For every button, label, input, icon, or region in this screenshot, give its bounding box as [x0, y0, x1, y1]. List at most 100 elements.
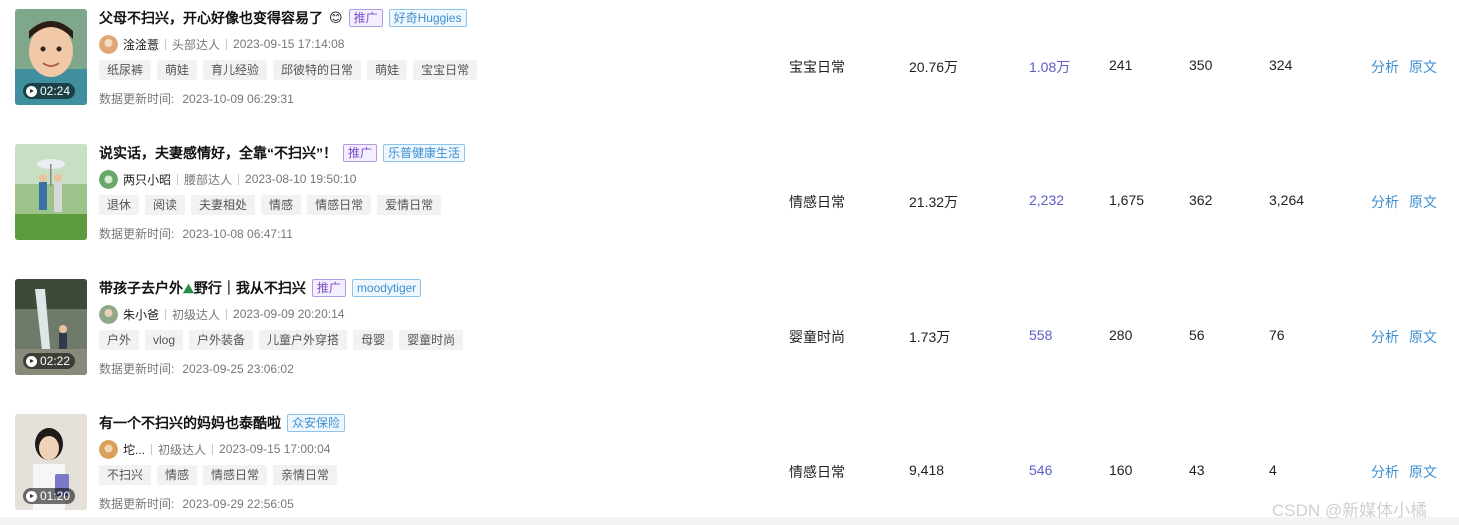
likes-cell: 2,232	[1029, 192, 1065, 208]
topic-tag[interactable]: 邱彼特的日常	[273, 60, 362, 80]
mountain-icon: ⛰	[183, 281, 194, 296]
avatar[interactable]	[99, 439, 118, 459]
topic-tag[interactable]: 退休	[99, 195, 140, 215]
topic-tag[interactable]: 宝宝日常	[413, 60, 478, 80]
video-thumbnail[interactable]: 02:22	[15, 279, 87, 375]
collects-cell: 1,675	[1109, 192, 1145, 208]
author-level: 初级达人	[172, 307, 221, 322]
topic-tag[interactable]: 阅读	[145, 195, 186, 215]
table-row[interactable]: 说实话，夫妻感情好，全靠“不扫兴”！ 推广 乐普健康生活 两只小昭 腰部达人 2…	[0, 135, 1459, 271]
topic-tag[interactable]: 不扫兴	[99, 465, 152, 485]
avatar[interactable]	[99, 34, 118, 54]
video-title[interactable]: 说实话，夫妻感情好，全靠“不扫兴”！	[99, 143, 337, 163]
duration-text: 01:20	[40, 489, 71, 503]
update-time: 数据更新时间: 2023-09-29 22:56:05	[99, 495, 294, 512]
original-link[interactable]: 原文	[1409, 462, 1437, 482]
topic-tag[interactable]: 户外	[99, 330, 140, 350]
topic-tag[interactable]: 婴童时尚	[399, 330, 464, 350]
update-label: 数据更新时间:	[99, 497, 175, 511]
topic-tag[interactable]: 萌娃	[367, 60, 408, 80]
avatar[interactable]	[99, 304, 118, 324]
update-value: 2023-10-08 06:47:11	[182, 227, 293, 241]
avatar[interactable]	[99, 169, 118, 189]
topic-tag[interactable]: 母婴	[353, 330, 394, 350]
topic-tag[interactable]: 夫妻相处	[191, 195, 256, 215]
duration-badge: 02:24	[23, 83, 76, 99]
topic-tag[interactable]: 儿童户外穿搭	[259, 330, 348, 350]
video-title[interactable]: 有一个不扫兴的妈妈也泰酷啦	[99, 413, 281, 433]
brand-badge[interactable]: 乐普健康生活	[383, 144, 466, 162]
table-row[interactable]: 01:20 有一个不扫兴的妈妈也泰酷啦 众安保险 坨... 初级达人 2023-…	[0, 405, 1459, 517]
topic-tag[interactable]: vlog	[145, 330, 184, 350]
author-name[interactable]: 朱小爸	[123, 306, 159, 323]
topic-tag[interactable]: 情感日常	[203, 465, 268, 485]
shares-cell: 76	[1269, 327, 1285, 343]
publish-time: 2023-09-09 20:20:14	[233, 307, 345, 321]
update-value: 2023-09-29 22:56:05	[182, 497, 294, 511]
update-time: 数据更新时间: 2023-10-08 06:47:11	[99, 225, 293, 242]
video-title[interactable]: 带孩子去户外⛰野行｜我从不扫兴	[99, 278, 306, 298]
category-cell: 宝宝日常	[789, 59, 845, 75]
author-name[interactable]: 两只小昭	[123, 171, 171, 188]
update-time: 数据更新时间: 2023-09-25 23:06:02	[99, 360, 294, 377]
topic-tag[interactable]: 户外装备	[189, 330, 254, 350]
plays-cell: 1.73万	[909, 329, 951, 345]
video-thumbnail[interactable]: 02:24	[15, 9, 87, 105]
video-thumbnail[interactable]	[15, 144, 87, 240]
analyze-link[interactable]: 分析	[1371, 327, 1399, 347]
shares-cell: 3,264	[1269, 192, 1305, 208]
analyze-link[interactable]: 分析	[1371, 192, 1399, 212]
collects-cell: 280	[1109, 327, 1133, 343]
comments-cell: 56	[1189, 327, 1205, 343]
divider	[151, 443, 153, 455]
topic-tag[interactable]: 爱情日常	[377, 195, 442, 215]
plays-cell: 20.76万	[909, 59, 959, 75]
video-title[interactable]: 父母不扫兴，开心好像也变得容易了	[99, 8, 323, 28]
brand-badge[interactable]: moodytiger	[351, 279, 422, 297]
play-icon	[26, 85, 37, 97]
original-link[interactable]: 原文	[1409, 327, 1437, 347]
topic-tag[interactable]: 亲情日常	[273, 465, 338, 485]
duration-badge: 02:22	[23, 353, 76, 369]
publish-time: 2023-09-15 17:00:04	[219, 442, 331, 456]
tag-list: 纸尿裤 萌娃 育儿经验 邱彼特的日常 萌娃 宝宝日常	[99, 60, 478, 80]
brand-badge[interactable]: 好奇Huggies	[388, 9, 467, 27]
topic-tag[interactable]: 纸尿裤	[99, 60, 152, 80]
analyze-link[interactable]: 分析	[1371, 57, 1399, 77]
table-row[interactable]: 02:22 带孩子去户外⛰野行｜我从不扫兴 推广 moodytiger 朱小爸 …	[0, 270, 1459, 406]
publish-time: 2023-08-10 19:50:10	[245, 172, 357, 186]
plays-cell: 9,418	[909, 462, 945, 478]
analyze-link[interactable]: 分析	[1371, 462, 1399, 482]
author-name[interactable]: 坨...	[123, 441, 145, 458]
topic-tag[interactable]: 萌娃	[157, 60, 198, 80]
table-row[interactable]: 02:24 父母不扫兴，开心好像也变得容易了 😊 推广 好奇Huggies 淦淦…	[0, 0, 1459, 136]
play-icon	[26, 355, 37, 367]
likes-cell: 558	[1029, 327, 1053, 343]
original-link[interactable]: 原文	[1409, 57, 1437, 77]
video-thumbnail[interactable]: 01:20	[15, 414, 87, 510]
duration-text: 02:24	[40, 84, 71, 98]
original-link[interactable]: 原文	[1409, 192, 1437, 212]
brand-badge[interactable]: 众安保险	[287, 414, 346, 432]
topic-tag[interactable]: 情感	[261, 195, 302, 215]
likes-cell: 546	[1029, 462, 1053, 478]
topic-tag[interactable]: 情感日常	[307, 195, 372, 215]
shares-cell: 4	[1269, 462, 1277, 478]
update-value: 2023-10-09 06:29:31	[182, 92, 294, 106]
divider	[212, 443, 214, 455]
update-label: 数据更新时间:	[99, 92, 175, 106]
promo-badge: 推广	[311, 279, 346, 297]
author-name[interactable]: 淦淦薏	[123, 36, 159, 53]
tag-list: 不扫兴 情感 情感日常 亲情日常	[99, 465, 338, 485]
duration-text: 02:22	[40, 354, 71, 368]
update-time: 数据更新时间: 2023-10-09 06:29:31	[99, 90, 294, 107]
publish-time: 2023-09-15 17:14:08	[233, 37, 345, 51]
category-cell: 情感日常	[789, 194, 845, 210]
topic-tag[interactable]: 情感	[157, 465, 198, 485]
divider	[238, 173, 240, 185]
topic-tag[interactable]: 育儿经验	[203, 60, 268, 80]
likes-cell: 1.08万	[1029, 59, 1071, 75]
divider	[226, 308, 228, 320]
category-cell: 婴童时尚	[789, 329, 845, 345]
comments-cell: 362	[1189, 192, 1213, 208]
